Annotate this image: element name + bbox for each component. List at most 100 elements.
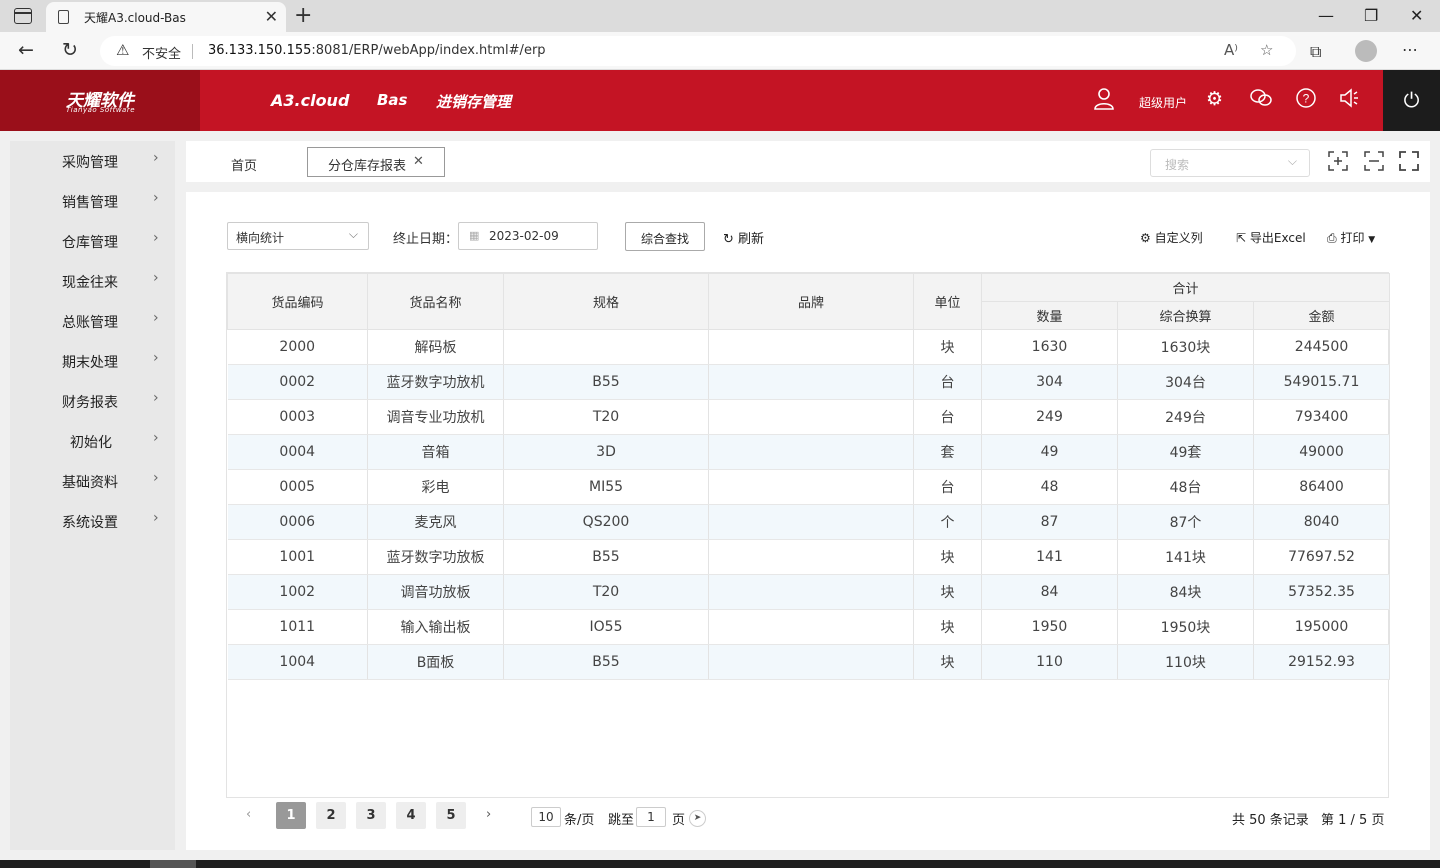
- print-button[interactable]: ⎙ 打印 ▼: [1327, 229, 1375, 246]
- nav-inventory[interactable]: 进销存管理: [436, 91, 511, 112]
- cell-unit: 块: [913, 609, 982, 645]
- fullscreen-icon[interactable]: [1399, 151, 1419, 176]
- taskbar-active-app[interactable]: [150, 860, 196, 868]
- table-row[interactable]: 2000 解码板 块 1630 1630块 244500: [227, 329, 1391, 365]
- settings-gear-icon[interactable]: ⚙: [1206, 88, 1223, 110]
- page-5-button[interactable]: 5: [436, 802, 466, 829]
- col-header-total: 合计: [980, 273, 1391, 302]
- announcement-speaker-icon[interactable]: [1339, 88, 1359, 113]
- back-arrow-icon[interactable]: ←: [18, 39, 34, 61]
- close-tab-icon[interactable]: ✕: [265, 7, 278, 26]
- logout-power-icon[interactable]: ⏻: [1383, 70, 1440, 131]
- page-size-input[interactable]: 10: [531, 807, 561, 827]
- cell-amount: 77697.52: [1253, 539, 1391, 575]
- cell-spec: B55: [503, 364, 709, 400]
- sidebar-item-sales[interactable]: 销售管理 ›: [10, 181, 175, 221]
- restore-icon[interactable]: ❐: [1364, 6, 1378, 25]
- favorite-star-icon[interactable]: ☆: [1260, 41, 1273, 59]
- end-date-input[interactable]: ▦ 2023-02-09: [458, 222, 598, 250]
- cell-brand: [708, 644, 914, 680]
- cell-brand: [708, 329, 914, 365]
- help-icon[interactable]: ?: [1296, 88, 1316, 113]
- sidebar-item-ledger[interactable]: 总账管理 ›: [10, 301, 175, 341]
- profile-avatar-icon[interactable]: [1355, 40, 1377, 62]
- sidebar-item-warehouse[interactable]: 仓库管理 ›: [10, 221, 175, 261]
- refresh-button[interactable]: ↻ 刷新: [723, 228, 764, 247]
- sidebar-item-cash[interactable]: 现金往来 ›: [10, 261, 175, 301]
- close-icon[interactable]: ✕: [413, 154, 424, 169]
- url-field[interactable]: ⚠ 不安全 36.133.150.155:8081/ERP/webApp/ind…: [100, 36, 1296, 66]
- browser-tab-title: 天耀A3.cloud-Bas: [84, 11, 186, 25]
- sidebar-item-init[interactable]: 初始化 ›: [10, 421, 175, 461]
- cell-unit: 台: [913, 364, 982, 400]
- prev-page-icon[interactable]: ‹: [246, 807, 251, 822]
- col-header-qty[interactable]: 数量: [981, 301, 1118, 330]
- reload-icon[interactable]: ↻: [62, 39, 78, 61]
- col-header-amount[interactable]: 金额: [1252, 301, 1391, 330]
- table-row[interactable]: 0003 调音专业功放机 T20 台 249 249台 793400: [227, 399, 1391, 435]
- table-row[interactable]: 0002 蓝牙数字功放机 B55 台 304 304台 549015.71: [227, 364, 1391, 400]
- advanced-search-button[interactable]: 综合查找: [625, 222, 705, 251]
- table-row[interactable]: 1001 蓝牙数字功放板 B55 块 141 141块 77697.52: [227, 539, 1391, 575]
- page-4-button[interactable]: 4: [396, 802, 426, 829]
- fit-screen-icon[interactable]: [1364, 151, 1384, 176]
- browser-tab[interactable]: 天耀A3.cloud-Bas ✕: [46, 2, 286, 32]
- new-tab-icon[interactable]: +: [294, 3, 312, 28]
- table-row[interactable]: 0005 彩电 MI55 台 48 48台 86400: [227, 469, 1391, 505]
- brand-logo[interactable]: 天耀软件 Tianyao Software: [0, 70, 200, 131]
- cell-qty: 141: [981, 539, 1118, 575]
- col-header-spec[interactable]: 规格: [503, 273, 709, 330]
- tab-warehouse-stock-report[interactable]: 分仓库存报表 ✕: [307, 147, 445, 177]
- nav-a3cloud[interactable]: A3.cloud: [271, 91, 349, 110]
- cell-qty: 87: [981, 504, 1118, 540]
- stock-table: 货品编码 货品名称 规格 品牌 单位 合计 数量 综合换算 金额 2000 解码板…: [227, 273, 1391, 680]
- add-window-icon[interactable]: [1328, 151, 1348, 176]
- stat-mode-select[interactable]: 横向统计 ⌵: [227, 222, 369, 250]
- jump-page-input[interactable]: 1: [636, 807, 666, 827]
- cell-code: 1002: [227, 574, 368, 610]
- sidebar-item-period-end[interactable]: 期末处理 ›: [10, 341, 175, 381]
- page-3-button[interactable]: 3: [356, 802, 386, 829]
- user-icon[interactable]: [1094, 88, 1114, 115]
- col-header-code[interactable]: 货品编码: [227, 273, 368, 330]
- tab-actions-icon[interactable]: [14, 8, 32, 24]
- tab-home[interactable]: 首页: [231, 155, 257, 174]
- table-row[interactable]: 1004 B面板 B55 块 110 110块 29152.93: [227, 644, 1391, 680]
- more-menu-icon[interactable]: ⋯: [1402, 40, 1418, 59]
- chevron-right-icon: ›: [153, 510, 159, 526]
- user-name[interactable]: 超级用户: [1139, 94, 1187, 111]
- window-close-icon[interactable]: ✕: [1410, 6, 1423, 25]
- table-row[interactable]: 0006 麦克风 QS200 个 87 87个 8040: [227, 504, 1391, 540]
- nav-bas[interactable]: Bas: [377, 91, 407, 109]
- next-page-icon[interactable]: ›: [486, 807, 491, 822]
- sidebar-item-purchase[interactable]: 采购管理 ›: [10, 141, 175, 181]
- minimize-icon[interactable]: —: [1318, 6, 1334, 25]
- page-2-button[interactable]: 2: [316, 802, 346, 829]
- custom-columns-button[interactable]: ⚙ 自定义列: [1140, 229, 1203, 246]
- sidebar-item-financial-reports[interactable]: 财务报表 ›: [10, 381, 175, 421]
- collections-icon[interactable]: ⧉: [1310, 42, 1321, 62]
- col-header-unit[interactable]: 单位: [913, 273, 982, 330]
- sidebar-item-base-data[interactable]: 基础资料 ›: [10, 461, 175, 501]
- read-aloud-icon[interactable]: A⁾: [1224, 41, 1238, 59]
- chat-icon[interactable]: [1250, 88, 1272, 113]
- col-header-conv[interactable]: 综合换算: [1117, 301, 1254, 330]
- sidebar-item-system-settings[interactable]: 系统设置 ›: [10, 501, 175, 541]
- table-row[interactable]: 1002 调音功放板 T20 块 84 84块 57352.35: [227, 574, 1391, 610]
- menu-search-input[interactable]: 搜索 ⌵: [1150, 149, 1310, 177]
- cell-conv: 110块: [1117, 644, 1254, 680]
- col-header-name[interactable]: 货品名称: [367, 273, 504, 330]
- export-excel-button[interactable]: ⇱ 导出Excel: [1236, 229, 1306, 246]
- chevron-right-icon: ›: [153, 150, 159, 166]
- cell-spec: 3D: [503, 434, 709, 470]
- table-row[interactable]: 0004 音箱 3D 套 49 49套 49000: [227, 434, 1391, 470]
- go-send-icon[interactable]: ➤: [689, 810, 706, 827]
- page-1-button[interactable]: 1: [276, 802, 306, 829]
- cell-brand: [708, 539, 914, 575]
- chevron-right-icon: ›: [153, 270, 159, 286]
- cell-code: 1004: [227, 644, 368, 680]
- cell-amount: 195000: [1253, 609, 1391, 645]
- url-text[interactable]: 36.133.150.155:8081/ERP/webApp/index.htm…: [208, 43, 546, 58]
- col-header-brand[interactable]: 品牌: [708, 273, 914, 330]
- table-row[interactable]: 1011 输入输出板 IO55 块 1950 1950块 195000: [227, 609, 1391, 645]
